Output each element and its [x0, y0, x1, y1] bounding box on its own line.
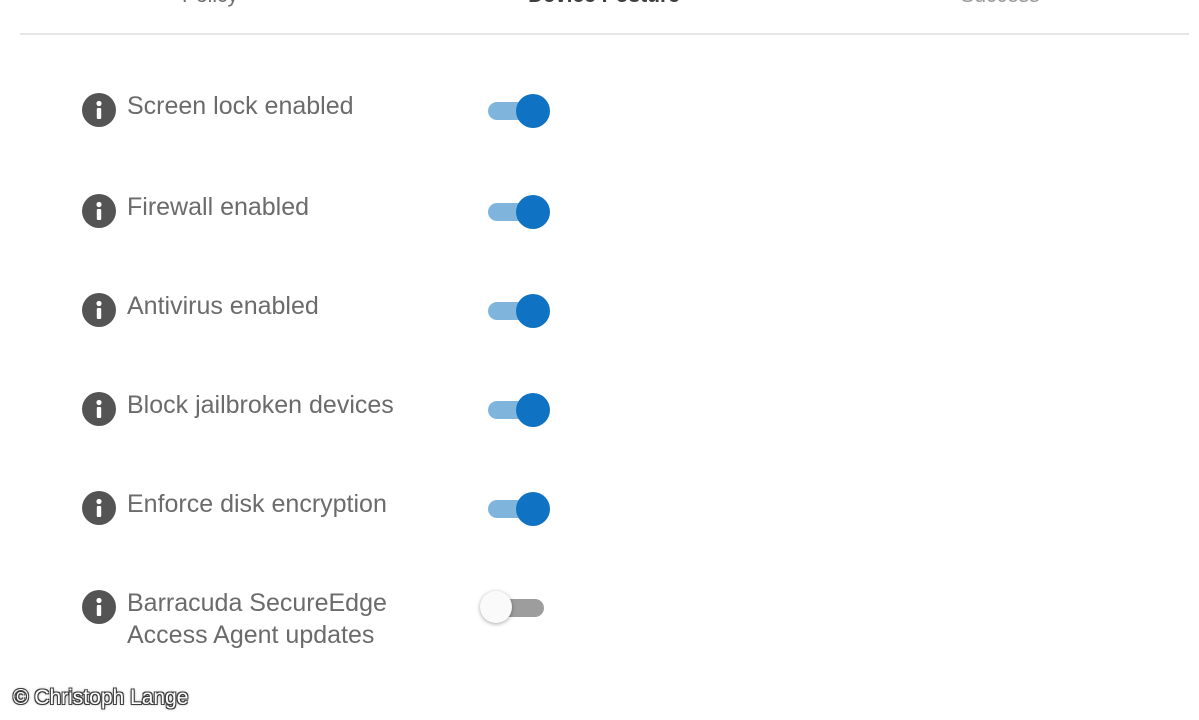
toggle-knob: [516, 94, 550, 128]
step-policy[interactable]: Policy: [182, 0, 238, 9]
setting-disk-encryption: Enforce disk encryption: [82, 490, 602, 531]
info-icon[interactable]: [82, 194, 116, 228]
setting-label-screen-lock: Screen lock enabled: [127, 92, 354, 120]
toggle-knob: [516, 195, 550, 229]
setting-label-block-jailbroken: Block jailbroken devices: [127, 391, 394, 419]
wizard-stepper: Policy Device Posture Success: [0, 0, 1199, 36]
setting-firewall: Firewall enabled: [82, 193, 602, 234]
toggle-screen-lock[interactable]: [486, 94, 550, 128]
toggle-agent-updates[interactable]: [480, 590, 548, 624]
toggle-knob: [480, 591, 512, 623]
setting-antivirus: Antivirus enabled: [82, 292, 602, 333]
setting-label-disk-encryption: Enforce disk encryption: [127, 490, 387, 518]
setting-screen-lock: Screen lock enabled: [82, 92, 602, 133]
step-device-posture[interactable]: Device Posture: [528, 0, 680, 9]
info-icon[interactable]: [82, 392, 116, 426]
toggle-knob: [516, 294, 550, 328]
info-icon[interactable]: [82, 491, 116, 525]
toggle-block-jailbroken[interactable]: [486, 393, 550, 427]
toggle-firewall[interactable]: [486, 195, 550, 229]
setting-label-antivirus: Antivirus enabled: [127, 292, 319, 320]
stepper-divider: [20, 33, 1189, 35]
copyright-watermark: © Christoph Lange: [13, 686, 189, 709]
toggle-knob: [516, 492, 550, 526]
setting-agent-updates: Barracuda SecureEdge Access Agent update…: [82, 589, 602, 660]
info-icon[interactable]: [82, 93, 116, 127]
info-icon[interactable]: [82, 293, 116, 327]
setting-label-agent-updates: Barracuda SecureEdge Access Agent update…: [127, 589, 387, 649]
info-icon[interactable]: [82, 590, 116, 624]
setting-block-jailbroken: Block jailbroken devices: [82, 391, 602, 432]
setting-label-firewall: Firewall enabled: [127, 193, 310, 221]
toggle-knob: [516, 393, 550, 427]
toggle-antivirus[interactable]: [486, 294, 550, 328]
toggle-disk-encryption[interactable]: [486, 492, 550, 526]
step-success[interactable]: Success: [960, 0, 1039, 9]
